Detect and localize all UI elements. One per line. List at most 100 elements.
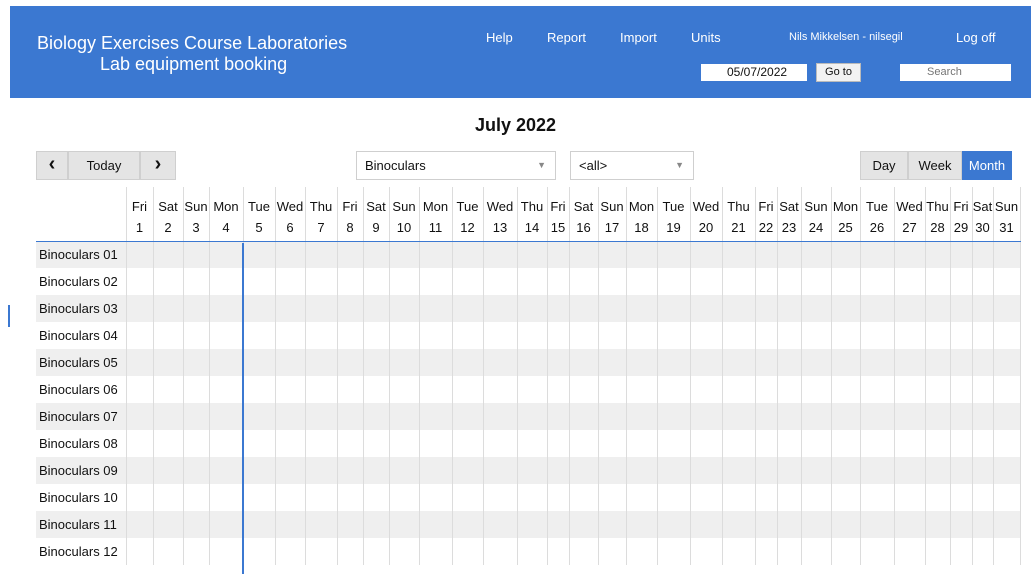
booking-cell[interactable] bbox=[925, 295, 951, 322]
booking-cell[interactable] bbox=[452, 322, 484, 349]
booking-cell[interactable] bbox=[483, 511, 518, 538]
booking-cell[interactable] bbox=[419, 295, 453, 322]
booking-cell[interactable] bbox=[126, 403, 154, 430]
resource-label[interactable]: Binoculars 05 bbox=[36, 349, 127, 376]
booking-cell[interactable] bbox=[275, 268, 306, 295]
booking-cell[interactable] bbox=[972, 538, 994, 565]
booking-cell[interactable] bbox=[389, 268, 420, 295]
day-number-header[interactable]: 28 bbox=[925, 214, 951, 242]
booking-cell[interactable] bbox=[452, 538, 484, 565]
booking-cell[interactable] bbox=[569, 295, 599, 322]
booking-cell[interactable] bbox=[153, 322, 184, 349]
booking-cell[interactable] bbox=[801, 511, 832, 538]
booking-cell[interactable] bbox=[275, 538, 306, 565]
booking-cell[interactable] bbox=[275, 484, 306, 511]
booking-cell[interactable] bbox=[860, 538, 895, 565]
booking-cell[interactable] bbox=[363, 241, 390, 268]
booking-cell[interactable] bbox=[690, 322, 723, 349]
booking-cell[interactable] bbox=[657, 457, 691, 484]
booking-cell[interactable] bbox=[925, 241, 951, 268]
booking-cell[interactable] bbox=[925, 457, 951, 484]
booking-cell[interactable] bbox=[126, 457, 154, 484]
booking-cell[interactable] bbox=[950, 241, 973, 268]
booking-cell[interactable] bbox=[183, 268, 210, 295]
booking-cell[interactable] bbox=[894, 403, 926, 430]
booking-cell[interactable] bbox=[243, 484, 276, 511]
booking-cell[interactable] bbox=[363, 538, 390, 565]
booking-cell[interactable] bbox=[925, 403, 951, 430]
booking-cell[interactable] bbox=[777, 349, 802, 376]
booking-cell[interactable] bbox=[452, 430, 484, 457]
booking-cell[interactable] bbox=[626, 403, 658, 430]
booking-cell[interactable] bbox=[657, 484, 691, 511]
booking-cell[interactable] bbox=[305, 322, 338, 349]
booking-cell[interactable] bbox=[894, 376, 926, 403]
booking-cell[interactable] bbox=[690, 241, 723, 268]
booking-cell[interactable] bbox=[153, 484, 184, 511]
booking-cell[interactable] bbox=[337, 403, 364, 430]
booking-cell[interactable] bbox=[894, 484, 926, 511]
view-month-button[interactable]: Month bbox=[962, 151, 1012, 180]
booking-cell[interactable] bbox=[972, 349, 994, 376]
booking-cell[interactable] bbox=[483, 430, 518, 457]
booking-cell[interactable] bbox=[801, 295, 832, 322]
booking-cell[interactable] bbox=[517, 484, 548, 511]
day-number-header[interactable]: 14 bbox=[517, 214, 548, 242]
day-number-header[interactable]: 5 bbox=[243, 214, 276, 242]
booking-cell[interactable] bbox=[209, 268, 244, 295]
nav-help-link[interactable]: Help bbox=[486, 30, 513, 45]
booking-cell[interactable] bbox=[777, 430, 802, 457]
booking-cell[interactable] bbox=[483, 241, 518, 268]
booking-cell[interactable] bbox=[777, 295, 802, 322]
day-number-header[interactable]: 1 bbox=[126, 214, 154, 242]
booking-cell[interactable] bbox=[452, 457, 484, 484]
booking-cell[interactable] bbox=[243, 241, 276, 268]
booking-cell[interactable] bbox=[305, 484, 338, 511]
booking-cell[interactable] bbox=[363, 511, 390, 538]
booking-cell[interactable] bbox=[598, 322, 627, 349]
booking-cell[interactable] bbox=[569, 511, 599, 538]
day-number-header[interactable]: 22 bbox=[755, 214, 778, 242]
booking-cell[interactable] bbox=[389, 241, 420, 268]
booking-cell[interactable] bbox=[831, 430, 861, 457]
booking-cell[interactable] bbox=[419, 268, 453, 295]
booking-cell[interactable] bbox=[993, 457, 1021, 484]
booking-cell[interactable] bbox=[517, 295, 548, 322]
booking-cell[interactable] bbox=[363, 484, 390, 511]
booking-cell[interactable] bbox=[690, 295, 723, 322]
booking-cell[interactable] bbox=[860, 241, 895, 268]
day-number-header[interactable]: 7 bbox=[305, 214, 338, 242]
booking-cell[interactable] bbox=[153, 430, 184, 457]
booking-cell[interactable] bbox=[950, 511, 973, 538]
booking-cell[interactable] bbox=[209, 511, 244, 538]
booking-cell[interactable] bbox=[626, 295, 658, 322]
booking-cell[interactable] bbox=[777, 484, 802, 511]
resource-label[interactable]: Binoculars 09 bbox=[36, 457, 127, 484]
booking-cell[interactable] bbox=[950, 295, 973, 322]
booking-cell[interactable] bbox=[452, 511, 484, 538]
booking-cell[interactable] bbox=[801, 538, 832, 565]
booking-cell[interactable] bbox=[894, 457, 926, 484]
booking-cell[interactable] bbox=[275, 349, 306, 376]
view-day-button[interactable]: Day bbox=[860, 151, 908, 180]
booking-cell[interactable] bbox=[755, 349, 778, 376]
day-number-header[interactable]: 2 bbox=[153, 214, 184, 242]
booking-cell[interactable] bbox=[690, 376, 723, 403]
booking-cell[interactable] bbox=[925, 511, 951, 538]
booking-cell[interactable] bbox=[389, 295, 420, 322]
booking-cell[interactable] bbox=[598, 295, 627, 322]
booking-cell[interactable] bbox=[722, 484, 756, 511]
booking-cell[interactable] bbox=[690, 268, 723, 295]
booking-cell[interactable] bbox=[860, 349, 895, 376]
booking-cell[interactable] bbox=[517, 538, 548, 565]
day-number-header[interactable]: 6 bbox=[275, 214, 306, 242]
booking-cell[interactable] bbox=[722, 295, 756, 322]
view-week-button[interactable]: Week bbox=[908, 151, 962, 180]
booking-cell[interactable] bbox=[993, 349, 1021, 376]
booking-cell[interactable] bbox=[950, 484, 973, 511]
booking-cell[interactable] bbox=[894, 322, 926, 349]
booking-cell[interactable] bbox=[126, 511, 154, 538]
booking-cell[interactable] bbox=[389, 538, 420, 565]
day-number-header[interactable]: 18 bbox=[626, 214, 658, 242]
booking-cell[interactable] bbox=[950, 538, 973, 565]
